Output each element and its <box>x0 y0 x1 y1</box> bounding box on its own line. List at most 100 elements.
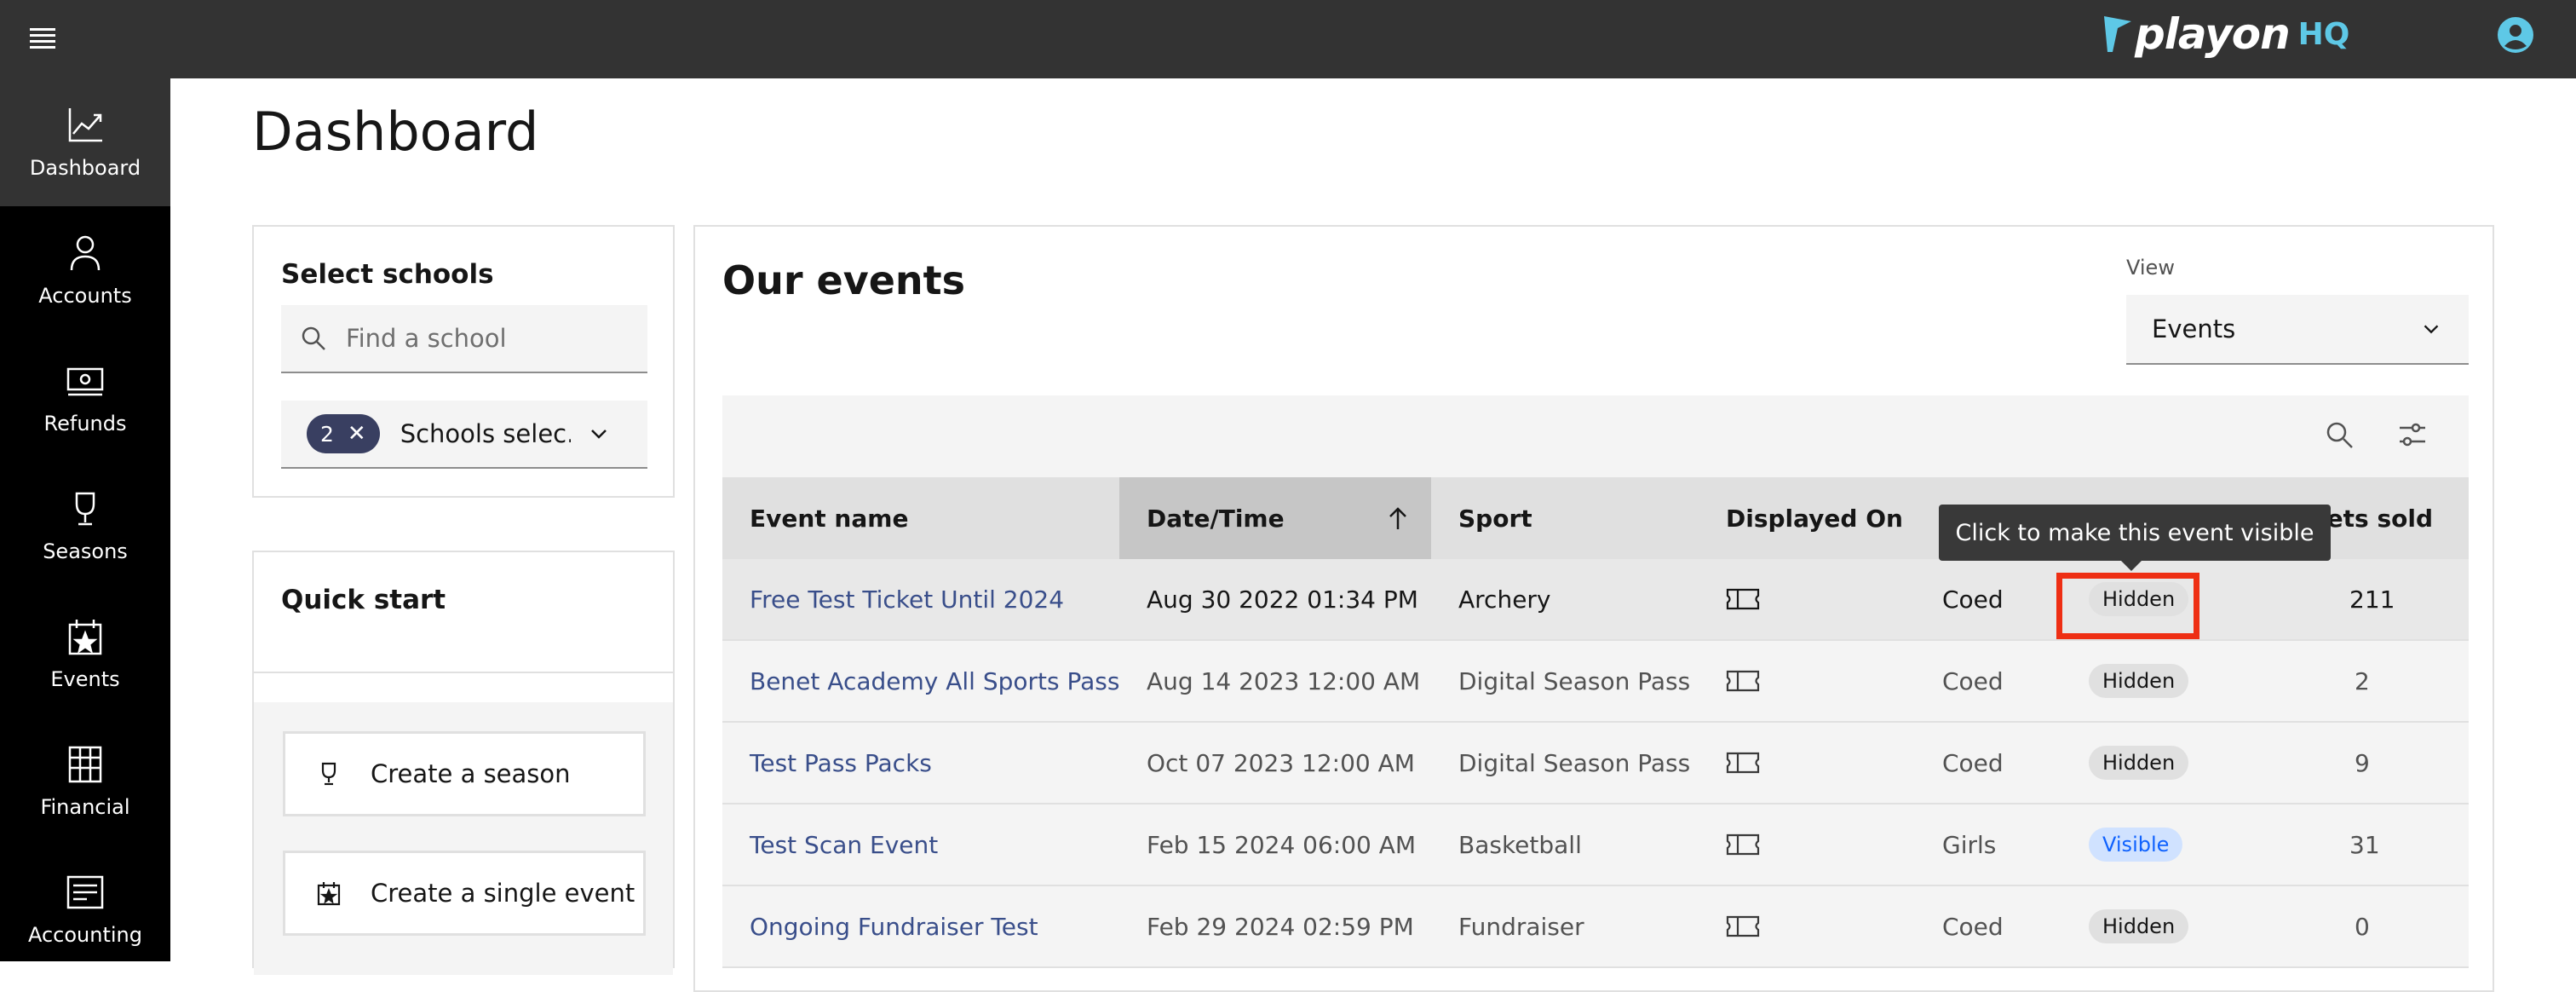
sidebar-item-accounts[interactable]: Accounts <box>0 206 170 334</box>
brand-wordmark: playon <box>2135 9 2291 59</box>
event-gender: Coed <box>1942 666 2004 695</box>
sidebar-item-label: Accounts <box>38 284 132 308</box>
table-row[interactable]: Ongoing Fundraiser Test Feb 29 2024 02:5… <box>722 886 2469 968</box>
sidebar-item-label: Financial <box>40 795 130 819</box>
schools-select-label: Schools selec... <box>400 419 571 448</box>
status-badge-toggle[interactable]: Hidden <box>2089 664 2189 698</box>
column-header-displayed-on[interactable]: Displayed On <box>1699 477 1915 559</box>
quick-start-body: Create a season Create a single event <box>254 702 673 975</box>
event-sport: Fundraiser <box>1458 912 1584 941</box>
sidebar-item-label: Seasons <box>43 539 128 563</box>
trophy-icon <box>321 762 336 786</box>
sidebar-item-refunds[interactable]: Refunds <box>0 334 170 462</box>
create-season-button[interactable]: Create a season <box>283 731 646 816</box>
selected-count-tag[interactable]: 2 ✕ <box>307 414 380 453</box>
search-icon <box>302 326 325 350</box>
table-row[interactable]: Test Pass Packs Oct 07 2023 12:00 AM Dig… <box>722 723 2469 805</box>
ticket-icon <box>1726 559 1760 639</box>
table-row[interactable]: Benet Academy All Sports Pass Aug 14 202… <box>722 641 2469 723</box>
column-header-date-time[interactable]: Date/Time <box>1119 477 1431 559</box>
event-date: Aug 30 2022 01:34 PM <box>1147 585 1418 614</box>
sidebar-item-financial[interactable]: Financial <box>0 718 170 845</box>
tickets-sold: 0 <box>2355 912 2370 941</box>
status-badge-toggle[interactable]: Hidden <box>2089 746 2189 780</box>
event-date: Oct 07 2023 12:00 AM <box>1147 748 1415 777</box>
sidebar-item-events[interactable]: Events <box>0 590 170 718</box>
event-sport: Archery <box>1458 585 1551 614</box>
hamburger-menu-icon[interactable] <box>27 22 58 53</box>
chevron-down-icon[interactable] <box>586 421 612 447</box>
divider <box>254 672 673 673</box>
table-row[interactable]: Test Scan Event Feb 15 2024 06:00 AM Bas… <box>722 805 2469 886</box>
search-icon[interactable] <box>2324 419 2355 450</box>
status-cell: Hidden <box>2089 641 2189 721</box>
sidebar-item-label: Accounting <box>27 923 142 947</box>
our-events-panel: Our events View Events Event name Date/T… <box>693 225 2494 992</box>
brand-logo[interactable]: playon HQ <box>2101 5 2349 63</box>
event-date: Aug 14 2023 12:00 AM <box>1147 666 1421 695</box>
tickets-sold: 9 <box>2355 748 2370 777</box>
ticket-icon <box>1726 641 1760 721</box>
status-badge-toggle[interactable]: Visible <box>2089 828 2183 862</box>
sidebar-item-label: Refunds <box>43 412 127 435</box>
sidebar-item-label: Dashboard <box>29 156 141 180</box>
user-avatar-icon[interactable] <box>2496 15 2535 55</box>
chart-icon <box>68 108 102 142</box>
clear-selection-icon[interactable]: ✕ <box>348 421 366 447</box>
sort-ascending-icon <box>1389 507 1406 529</box>
table-row[interactable]: Free Test Ticket Until 2024 Aug 30 2022 … <box>722 559 2469 641</box>
tickets-sold: 31 <box>2349 830 2380 859</box>
event-name-link[interactable]: Benet Academy All Sports Pass <box>750 641 1119 721</box>
tooltip-caret <box>2119 559 2143 571</box>
status-cell: Visible <box>2089 805 2183 885</box>
table-toolbar <box>722 395 2469 477</box>
selected-count: 2 <box>320 421 334 447</box>
money-icon <box>66 367 104 396</box>
ticket-icon <box>1726 805 1760 885</box>
school-search-input[interactable] <box>344 323 637 354</box>
create-single-event-label: Create a single event <box>371 879 635 908</box>
sidebar-item-seasons[interactable]: Seasons <box>0 462 170 590</box>
column-header-event-name[interactable]: Event name <box>722 477 1119 559</box>
schools-multiselect[interactable]: 2 ✕ Schools selec... <box>281 401 647 469</box>
event-name-link[interactable]: Test Pass Packs <box>750 723 932 803</box>
event-gender: Coed <box>1942 585 2004 614</box>
column-header-sport[interactable]: Sport <box>1431 477 1699 559</box>
tickets-sold: 211 <box>2349 585 2395 614</box>
receipt-icon <box>66 875 104 909</box>
status-cell: Hidden <box>2089 723 2189 803</box>
ticket-icon <box>1726 723 1760 803</box>
table-icon <box>68 746 102 783</box>
event-sport: Digital Season Pass <box>1458 748 1691 777</box>
page-title: Dashboard <box>252 101 539 163</box>
tooltip: Click to make this event visible <box>1939 505 2331 561</box>
event-sport: Basketball <box>1458 830 1582 859</box>
school-search-field[interactable] <box>281 305 647 373</box>
sidebar-item-label: Events <box>50 667 120 691</box>
create-single-event-button[interactable]: Create a single event <box>283 851 646 936</box>
select-schools-panel: Select schools 2 ✕ Schools selec... <box>252 225 675 498</box>
event-name-link[interactable]: Test Scan Event <box>750 805 938 885</box>
logo-flag-icon <box>2104 16 2131 52</box>
calendar-star-icon <box>317 882 341 906</box>
create-season-label: Create a season <box>371 759 571 788</box>
view-label: View <box>2126 256 2175 280</box>
event-name-link[interactable]: Free Test Ticket Until 2024 <box>750 559 1064 639</box>
status-badge-toggle[interactable]: Hidden <box>2089 909 2189 943</box>
chevron-down-icon <box>2424 325 2439 334</box>
event-date: Feb 15 2024 06:00 AM <box>1147 830 1417 859</box>
view-dropdown[interactable]: Events <box>2126 295 2469 365</box>
event-gender: Coed <box>1942 748 2004 777</box>
top-bar: playon HQ <box>0 0 2576 78</box>
ticket-icon <box>1726 886 1760 966</box>
event-name-link[interactable]: Ongoing Fundraiser Test <box>750 886 1038 966</box>
select-schools-title: Select schools <box>281 259 494 290</box>
trophy-icon <box>75 492 95 526</box>
quick-start-panel: Quick start Create a season Create a sin… <box>252 551 675 975</box>
event-gender: Girls <box>1942 830 1997 859</box>
tickets-sold: 2 <box>2355 666 2370 695</box>
view-value: Events <box>2152 314 2236 343</box>
sidebar-item-accounting[interactable]: Accounting <box>0 845 170 973</box>
settings-sliders-icon[interactable] <box>2397 419 2428 450</box>
sidebar-item-dashboard[interactable]: Dashboard <box>0 78 170 206</box>
